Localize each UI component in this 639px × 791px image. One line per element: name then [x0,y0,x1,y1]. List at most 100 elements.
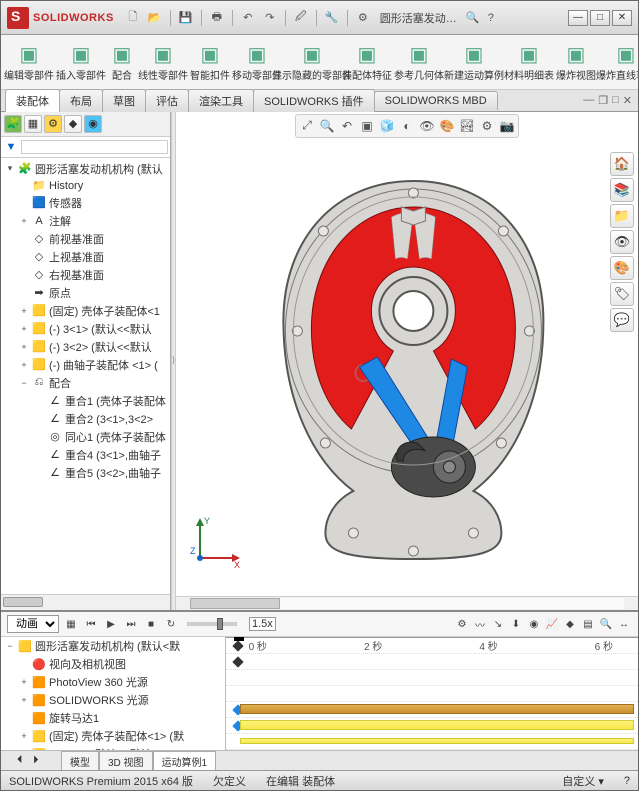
tree-item[interactable]: −⎌配合 [1,374,170,392]
prev-view-icon[interactable]: ↶ [338,117,356,135]
rewind-icon[interactable]: ⏮ [83,616,99,632]
motion-zoom-icon[interactable]: 🔍 [598,616,614,632]
tree-item[interactable]: ◇上视基准面 [1,248,170,266]
minimize-button[interactable]: — [568,10,588,26]
graphics-viewport[interactable]: ⤢ 🔍 ↶ ▣ 🧊 ◐ 👁 🎨 🏞 ⚙ 📷 [176,112,638,611]
motion-motor-icon[interactable]: ⚙ [454,616,470,632]
forward-icon[interactable]: ⏭ [123,616,139,632]
tree-item[interactable]: +A注解 [1,212,170,230]
filter-icon[interactable]: ▼ [3,139,19,155]
taskpane-home-icon[interactable]: 🏠 [610,152,634,176]
motion-calc-icon[interactable]: ▦ [63,616,79,632]
tree-item[interactable]: +🟨(-) 曲轴子装配体 <1> ( [1,356,170,374]
print-icon[interactable]: 🖶 [208,9,226,27]
tree-item[interactable]: +🟨(固定) 壳体子装配体<1 [1,302,170,320]
taskpane-library-icon[interactable]: 📚 [610,178,634,202]
ribbon-爆炸直线草图[interactable]: ▣爆炸直线草图 [597,39,638,85]
tab-SOLIDWORKS 插件[interactable]: SOLIDWORKS 插件 [253,89,375,112]
speed-slider[interactable] [187,622,237,626]
section-icon[interactable]: ▣ [358,117,376,135]
fm-tab-tree-icon[interactable]: 🧩 [4,115,22,133]
motion-spring-icon[interactable]: 〰 [472,616,488,632]
feature-panel-hscroll[interactable] [1,594,170,610]
rebuild-icon[interactable]: 🔧 [323,9,341,27]
search-icon[interactable]: 🔍 [464,9,482,27]
tree-item[interactable]: ◇右视基准面 [1,266,170,284]
status-custom-menu[interactable]: 自定义 ▾ [562,773,604,789]
motion-key-icon[interactable]: ◆ [562,616,578,632]
motion-tab-运动算例1[interactable]: 运动算例1 [153,751,217,771]
view-triad[interactable]: Y X Z [190,512,246,568]
tree-item[interactable]: ∠重合1 (壳体子装配体 [1,392,170,410]
motion-tree-item[interactable]: −🟨圆形活塞发动机机构 (默认<默 [1,637,225,655]
motion-collapse-icon[interactable]: ▤ [580,616,596,632]
motion-tab-nav-left[interactable]: ⏴ [17,754,23,767]
close-button[interactable]: ✕ [612,10,632,26]
motion-tab-nav-right[interactable]: ⏵ [33,754,39,767]
appearance-icon[interactable]: 🎨 [438,117,456,135]
render-icon[interactable]: 📷 [498,117,516,135]
select-icon[interactable]: 🖉 [292,9,310,27]
filter-input[interactable] [21,140,168,154]
ribbon-编辑零部件[interactable]: ▣编辑零部件 [3,39,55,85]
display-style-icon[interactable]: ◐ [398,117,416,135]
undo-icon[interactable]: ↶ [239,9,257,27]
tab-渲染工具[interactable]: 渲染工具 [188,89,254,112]
save-icon[interactable]: 💾 [177,9,195,27]
tree-item[interactable]: 📁History [1,178,170,194]
viewport-hscroll[interactable] [176,596,638,610]
scene-icon[interactable]: 🏞 [458,117,476,135]
fm-tab-dim-icon[interactable]: ◆ [64,115,82,133]
ribbon-新建运动算例[interactable]: ▣新建运动算例 [445,39,503,85]
tree-item[interactable]: ∠重合5 (3<2>,曲轴子 [1,464,170,482]
new-icon[interactable]: 🗋 [124,9,142,27]
taskpane-forum-icon[interactable]: 💬 [610,308,634,332]
ribbon-参考几何体[interactable]: ▣参考几何体 [393,39,445,85]
motion-tree-item[interactable]: 🟧旋转马达1 [1,709,225,727]
maximize-button[interactable]: □ [590,10,610,26]
taskpane-appearance-icon[interactable]: 🎨 [610,256,634,280]
motion-tab-3D 视图[interactable]: 3D 视图 [99,751,153,771]
fm-tab-display-icon[interactable]: ◉ [84,115,102,133]
tree-item[interactable]: ◎同心1 (壳体子装配体 [1,428,170,446]
help-icon[interactable]: ? [482,9,500,27]
motion-arrow-icon[interactable]: ↔ [616,616,632,632]
motion-tree-item[interactable]: 🔴视向及相机视图 [1,655,225,673]
motion-result-icon[interactable]: 📈 [544,616,560,632]
ribbon-智能扣件[interactable]: ▣智能扣件 [189,39,231,85]
fm-tab-property-icon[interactable]: ▦ [24,115,42,133]
hide-show-icon[interactable]: 👁 [418,117,436,135]
tree-item[interactable]: +🟨(-) 3<2> (默认<<默认 [1,338,170,356]
motion-force-icon[interactable]: ↘ [490,616,506,632]
doc-maximize-icon[interactable]: □ [612,94,619,107]
tree-item[interactable]: 🟦传感器 [1,194,170,212]
options-icon[interactable]: ⚙ [354,9,372,27]
ribbon-材料明细表[interactable]: ▣材料明细表 [503,39,555,85]
motion-tree-item[interactable]: +🟧SOLIDWORKS 光源 [1,691,225,709]
loop-icon[interactable]: ↻ [163,616,179,632]
taskpane-view-icon[interactable]: 👁 [610,230,634,254]
tree-item[interactable]: ◇前视基准面 [1,230,170,248]
tab-布局[interactable]: 布局 [59,89,103,112]
speed-value[interactable]: 1.5x [249,617,276,631]
open-icon[interactable]: 📂 [146,9,164,27]
taskpane-property-icon[interactable]: 🏷 [610,282,634,306]
taskpane-explorer-icon[interactable]: 📁 [610,204,634,228]
redo-icon[interactable]: ↷ [261,9,279,27]
fm-tab-config-icon[interactable]: ⚙ [44,115,62,133]
doc-minimize-icon[interactable]: — [583,94,594,107]
tree-root[interactable]: ▾ 🧩 圆形活塞发动机机构 (默认 [1,160,170,178]
ribbon-显示隐藏的零部件[interactable]: ▣显示隐藏的零部件 [283,39,341,85]
tree-item[interactable]: ➡原点 [1,284,170,302]
motion-contact-icon[interactable]: ◉ [526,616,542,632]
motion-tree-item[interactable]: +🟨(固定) 壳体子装配体<1> (默 [1,727,225,745]
ribbon-配合[interactable]: ▣配合 [107,39,137,85]
tree-item[interactable]: +🟨(-) 3<1> (默认<<默认 [1,320,170,338]
motion-gravity-icon[interactable]: ⬇ [508,616,524,632]
ribbon-装配体特征[interactable]: ▣装配体特征 [341,39,393,85]
tab-评估[interactable]: 评估 [145,89,189,112]
tab-装配体[interactable]: 装配体 [5,89,60,112]
zoom-fit-icon[interactable]: ⤢ [298,117,316,135]
tab-草图[interactable]: 草图 [102,89,146,112]
ribbon-插入零部件[interactable]: ▣插入零部件 [55,39,107,85]
